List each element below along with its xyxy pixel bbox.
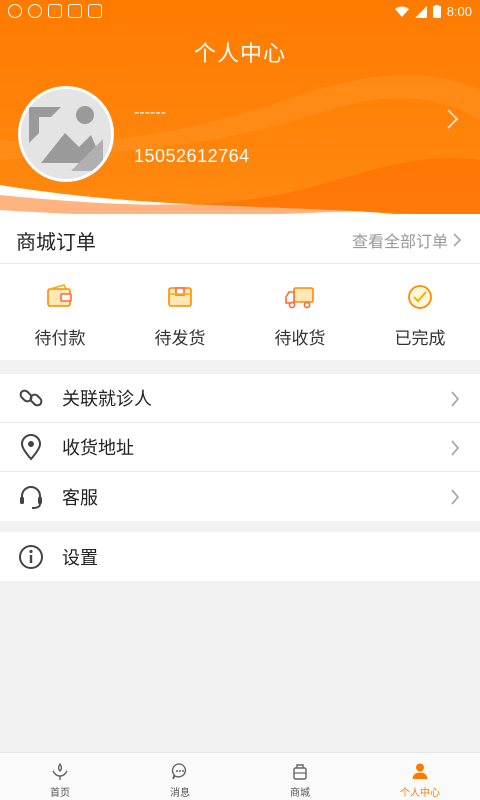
mall-orders-card: 商城订单 查看全部订单 待付款 待发货 待收货 已完成 [0,214,480,360]
nav-label: 首页 [50,788,70,799]
menu-label: 收货地址 [62,438,134,459]
person-icon [412,763,428,779]
notification-icon [28,4,42,18]
headset-icon [20,485,42,509]
phone-number: 15052612764 [134,146,250,166]
message-icon [171,763,187,780]
order-completed[interactable]: 已完成 [360,264,480,360]
wifi-icon [394,6,409,17]
nav-tab-shop[interactable]: 商城 [240,753,360,800]
username: ------ [134,104,166,121]
shop-icon [293,764,307,780]
chevron-right-icon[interactable] [446,108,460,130]
wallet-icon [47,284,72,307]
nav-tab-home[interactable]: 首页 [0,753,120,800]
home-icon [52,762,68,780]
nav-label: 消息 [170,788,190,799]
order-label: 待付款 [34,329,86,349]
chevron-right-icon [451,391,460,407]
text-notification-icon [88,4,102,18]
location-pin-icon [20,434,42,461]
profile-header: 8:00 个人中心 ------ 15052612764 [0,0,480,230]
chevron-right-icon [451,489,460,505]
order-pending-payment[interactable]: 待付款 [0,264,120,360]
truck-icon [285,287,314,309]
nav-label: 个人中心 [400,788,440,799]
box-icon [168,287,192,307]
menu-label: 客服 [62,487,98,509]
order-pending-shipment[interactable]: 待发货 [120,264,240,360]
menu-item-customer-service[interactable]: 客服 [0,472,480,521]
view-all-orders-link[interactable]: 查看全部订单 [352,228,462,252]
order-status-row: 待付款 待发货 待收货 已完成 [0,264,480,360]
notification-icons [8,4,102,18]
menu-item-linked-patients[interactable]: 关联就诊人 [0,374,480,423]
page-title: 个人中心 [193,42,286,67]
order-label: 待收货 [274,329,326,349]
chevron-right-icon [451,440,460,456]
app-notification-icon [68,4,82,18]
bottom-navigation: 首页 消息 商城 个人中心 [0,752,480,800]
menu-label: 设置 [62,547,98,569]
image-placeholder-icon [21,89,111,179]
link-icon [19,389,43,407]
notification-icon [8,4,22,18]
system-status: 8:00 [394,4,472,19]
chevron-right-icon [453,233,462,247]
nav-label: 商城 [290,788,310,799]
battery-icon [432,5,441,18]
menu-label: 关联就诊人 [62,389,152,410]
menu-item-settings[interactable]: 设置 [0,532,480,581]
avatar[interactable] [18,86,114,182]
info-icon [19,544,43,569]
status-bar: 8:00 [0,0,480,24]
check-circle-icon [408,285,432,309]
menu-list: 关联就诊人 收货地址 客服 [0,374,480,521]
nav-tab-profile[interactable]: 个人中心 [360,753,480,800]
menu-item-shipping-address[interactable]: 收货地址 [0,423,480,472]
order-label: 待发货 [154,329,206,349]
image-notification-icon [48,4,62,18]
view-all-label: 查看全部订单 [351,232,448,251]
order-pending-receipt[interactable]: 待收货 [240,264,360,360]
orders-title: 商城订单 [16,230,96,254]
order-label: 已完成 [394,329,446,349]
orders-header: 商城订单 查看全部订单 [0,214,480,264]
clock: 8:00 [446,4,472,19]
nav-tab-messages[interactable]: 消息 [120,753,240,800]
signal-icon [414,5,427,18]
